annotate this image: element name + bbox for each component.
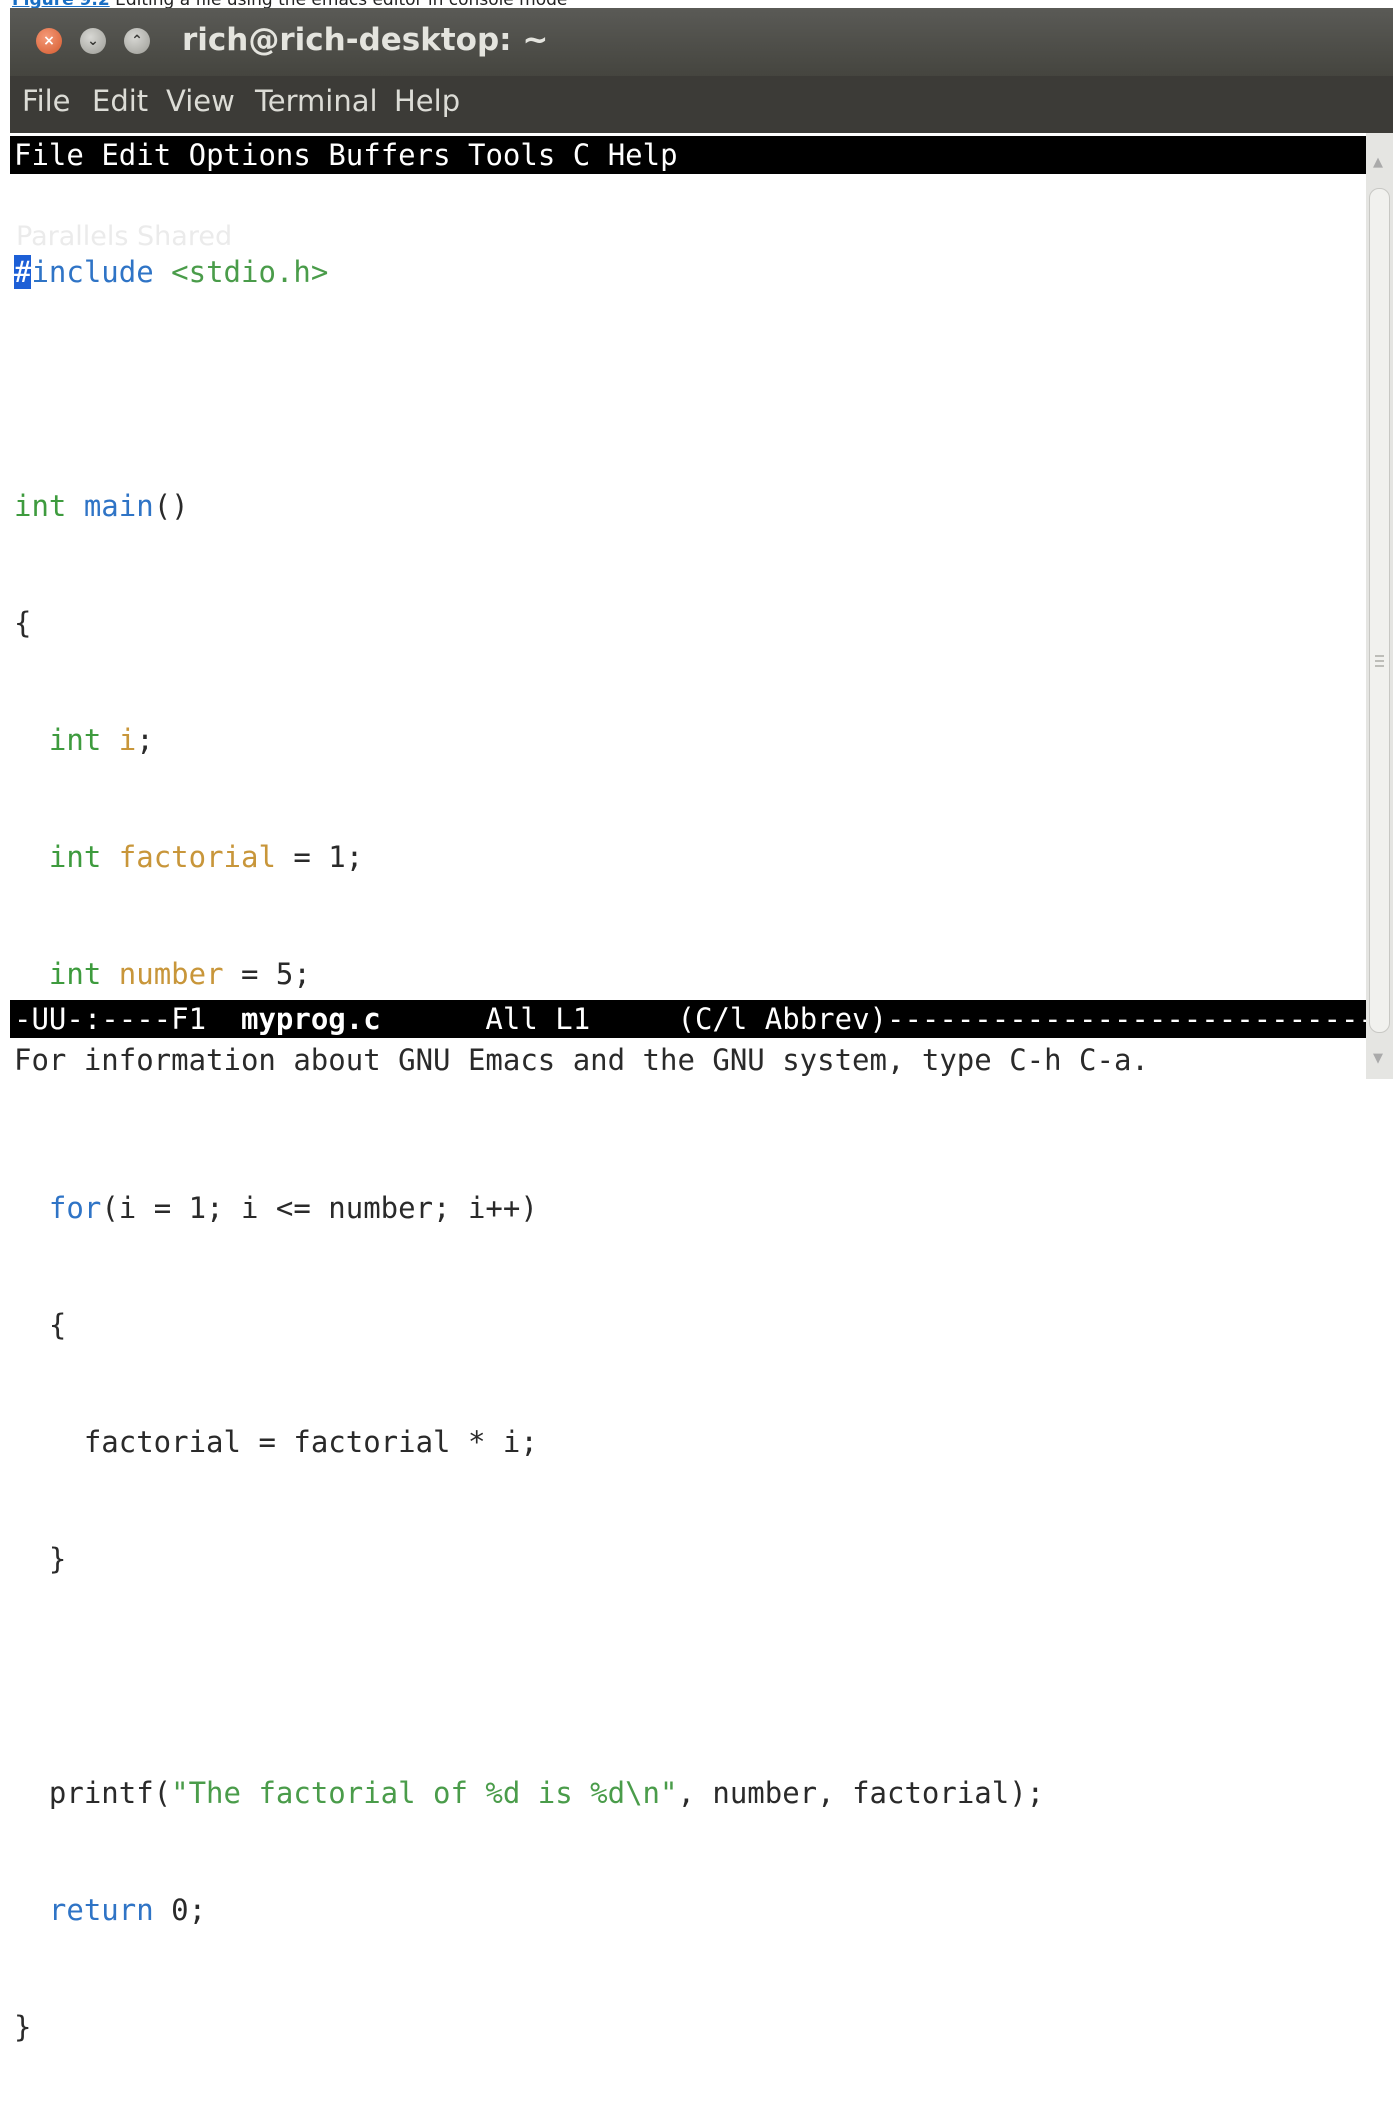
text-cursor: # <box>14 255 32 289</box>
menu-help[interactable]: Help <box>394 84 460 118</box>
scroll-up-icon[interactable]: ▲ <box>1373 155 1383 170</box>
menu-view[interactable]: View <box>166 84 235 118</box>
mode-line-status: -UU-:----F1 <box>14 1002 241 1036</box>
code-line: return 0; <box>48 1893 207 1927</box>
emacs-menu-file[interactable]: File <box>14 138 84 172</box>
code-line: } <box>14 2010 32 2044</box>
scrollbar-thumb[interactable] <box>1369 188 1390 1033</box>
code-line: for(i = 1; i <= number; i++) <box>48 1191 538 1225</box>
maximize-icon[interactable]: ⌃ <box>124 28 150 54</box>
code-line: int main() <box>14 489 189 523</box>
code-line: factorial = factorial * i; <box>83 1425 538 1459</box>
title-bar[interactable]: × ⌄ ⌃ rich@rich-desktop: ~ <box>10 8 1393 76</box>
minimize-icon[interactable]: ⌄ <box>80 28 106 54</box>
emacs-menu-options[interactable]: Options <box>189 138 311 172</box>
emacs-menubar: File Edit Options Buffers Tools C Help <box>10 136 1366 174</box>
menu-terminal[interactable]: Terminal <box>255 84 378 118</box>
emacs-menu-help[interactable]: Help <box>608 138 678 172</box>
code-buffer[interactable]: #include <stdio.h> int main() { int i; i… <box>14 175 1044 2125</box>
menu-edit[interactable]: Edit <box>92 84 148 118</box>
emacs-menu-edit[interactable]: Edit <box>101 138 171 172</box>
terminal-menubar: File Edit View Terminal Help <box>10 76 1393 133</box>
code-line: printf("The factorial of %d is %d\n", nu… <box>48 1776 1045 1810</box>
mode-line-fill: ----------------------------------------… <box>887 1002 1366 1036</box>
mode-line: -UU-:----F1 myprog.c All L1 (C/l Abbrev)… <box>10 1000 1366 1038</box>
grip-icon <box>1375 660 1384 662</box>
code-line: #include <stdio.h> <box>14 255 329 289</box>
buffer-name[interactable]: myprog.c <box>241 1002 381 1036</box>
grip-icon <box>1375 665 1384 667</box>
scroll-down-icon[interactable]: ▼ <box>1373 1051 1383 1066</box>
emacs-menu-tools[interactable]: Tools <box>468 138 555 172</box>
vertical-scrollbar[interactable]: ▲ ▼ <box>1366 133 1393 1079</box>
code-line: } <box>48 1542 67 1576</box>
code-line: { <box>48 1308 67 1342</box>
figure-caption: Figure 9.2 Editing a file using the emac… <box>12 0 567 10</box>
code-line: int number = 5; <box>48 957 311 991</box>
code-line: int i; <box>48 723 154 757</box>
menu-file[interactable]: File <box>22 84 71 118</box>
emacs-menu-buffers[interactable]: Buffers <box>328 138 450 172</box>
grip-icon <box>1375 655 1384 657</box>
close-icon[interactable]: × <box>36 28 62 54</box>
emacs-console[interactable]: File Edit Options Buffers Tools C Help P… <box>10 133 1366 2044</box>
echo-area: For information about GNU Emacs and the … <box>14 1043 1149 1077</box>
window-title: rich@rich-desktop: ~ <box>182 22 549 58</box>
emacs-menu-c[interactable]: C <box>573 138 590 172</box>
terminal-window: × ⌄ ⌃ rich@rich-desktop: ~ File Edit Vie… <box>10 8 1393 2044</box>
code-line: { <box>14 606 32 640</box>
code-line: int factorial = 1; <box>48 840 364 874</box>
mode-line-position: All L1 (C/l Abbrev) <box>380 1002 887 1036</box>
